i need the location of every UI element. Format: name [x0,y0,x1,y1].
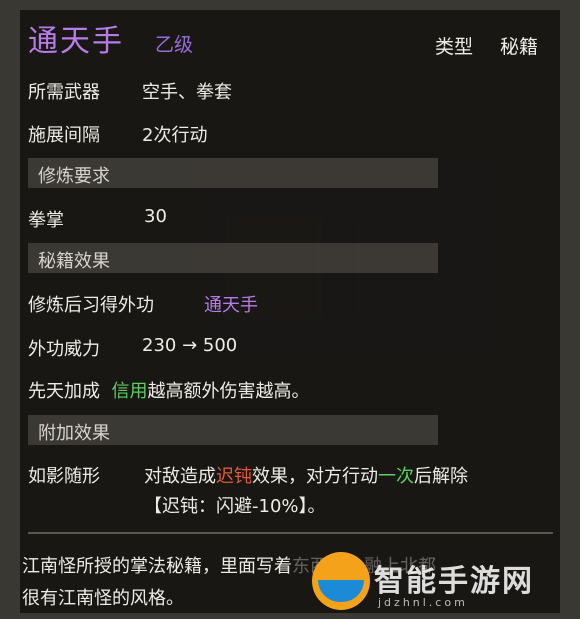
extra-section-header: 附加效果 [28,415,438,445]
item-name: 通天手 [28,24,124,59]
watermark-url: jdzhnl.com [378,596,468,609]
description-line-2: 很有江南怪的风格。 [22,588,184,609]
extra-text-pre: 对敌造成 [144,466,216,487]
item-grade: 乙级 [155,34,194,56]
effects-section-header: 秘籍效果 [28,243,438,273]
extra-effect-name: 如影随形 [28,466,100,487]
extra-header-label: 附加效果 [38,423,110,444]
learn-label: 修炼后习得外功 [28,295,154,316]
weapon-label: 所需武器 [28,82,100,103]
extra-keyword: 迟钝 [216,466,252,487]
training-header-label: 修炼要求 [38,166,110,187]
divider [28,532,553,534]
extra-text-mid: 效果，对方行动 [252,466,378,487]
innate-text: 越高额外伤害越高。 [147,381,310,402]
training-section-header: 修炼要求 [28,158,438,188]
extra-keyword2: 一次 [378,466,414,487]
weapon-value: 空手、拳套 [142,82,232,103]
description-line-1-text: 江南怪所授的掌法秘籍，里面写着 [22,556,292,577]
skill-value: 30 [144,206,167,227]
innate-label: 先天加成 [28,381,100,402]
type-value: 秘籍 [500,36,539,58]
innate-bonus-row: 先天加成 信用越高额外伤害越高。 [28,377,309,403]
power-label: 外功威力 [28,339,100,360]
extra-effect-detail: 【迟钝：闪避-10%】。 [144,496,326,517]
extra-text-post: 后解除 [414,466,468,487]
item-tooltip: 通天手 乙级 类型 秘籍 所需武器 空手、拳套 施展间隔 2次行动 修炼要求 拳… [20,10,560,613]
watermark-logo-icon [312,552,370,610]
innate-keyword: 信用 [111,381,148,402]
interval-value: 2次行动 [142,125,208,146]
watermark: 智能手游网 jdzhnl.com [312,552,574,612]
type-label: 类型 [435,36,474,58]
interval-label: 施展间隔 [28,125,100,146]
power-value: 230 → 500 [142,335,238,356]
watermark-text: 智能手游网 [374,564,534,599]
learn-value: 通天手 [204,295,258,316]
effects-header-label: 秘籍效果 [38,251,110,272]
extra-effect-text: 对敌造成迟钝效果，对方行动一次后解除 [144,462,468,488]
skill-label: 拳掌 [28,210,64,231]
